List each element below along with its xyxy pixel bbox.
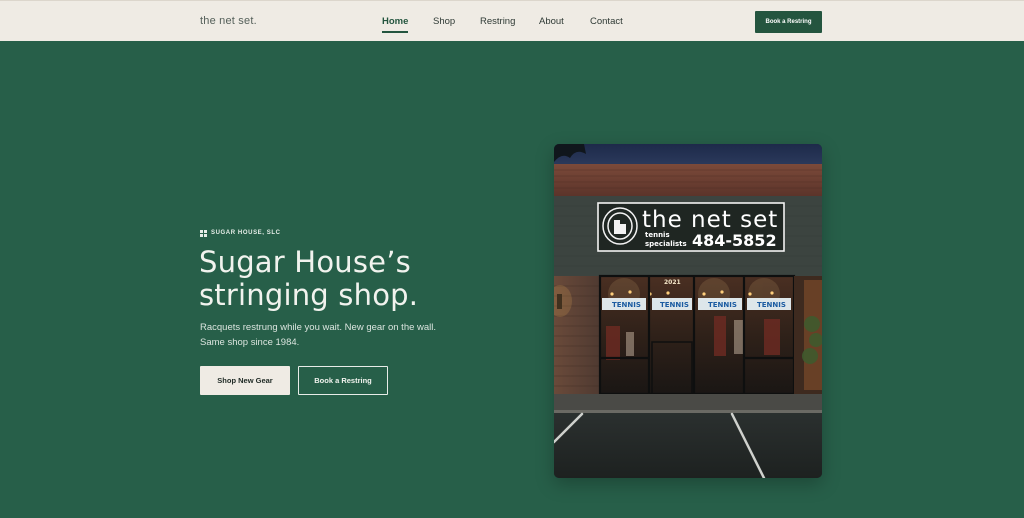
window-banner-2: TENNIS	[660, 301, 689, 309]
nav-home[interactable]: Home	[382, 16, 409, 33]
parking-lot	[554, 413, 822, 478]
location-eyebrow: SUGAR HOUSE, SLC	[200, 228, 281, 238]
sign-phone: 484-5852	[692, 231, 777, 250]
window-banner-3: TENNIS	[708, 301, 737, 309]
site-header: the net set. Home Shop Restring About Co…	[0, 0, 1024, 41]
nav-restring[interactable]: Restring	[480, 16, 515, 27]
hero-subtitle: Racquets restrung while you wait. New ge…	[200, 320, 480, 350]
headline-line-1: Sugar House’s	[199, 245, 411, 279]
hero-headline: Sugar House’s stringing shop.	[199, 246, 519, 312]
storefront-photo: the net set tennis specialists 484-5852	[554, 144, 822, 478]
window-banner-1: TENNIS	[612, 301, 641, 309]
sign-sub-1: tennis	[645, 231, 670, 239]
sidewalk	[554, 394, 822, 412]
book-restring-header-button[interactable]: Book a Restring	[755, 11, 822, 33]
grid-icon	[200, 229, 207, 237]
sign-title: the net set	[642, 207, 778, 233]
location-label: SUGAR HOUSE, SLC	[211, 230, 281, 236]
subtitle-line-2: Same shop since 1984.	[200, 337, 300, 348]
book-restring-button[interactable]: Book a Restring	[298, 366, 388, 395]
shop-sign: the net set tennis specialists 484-5852	[597, 202, 785, 252]
shop-new-gear-button[interactable]: Shop New Gear	[200, 366, 290, 395]
roof	[554, 164, 822, 196]
racquet-logo-icon	[602, 207, 638, 245]
nav-about[interactable]: About	[539, 16, 564, 27]
window-banner-4: TENNIS	[757, 301, 786, 309]
nav-contact[interactable]: Contact	[590, 16, 623, 27]
subtitle-line-1: Racquets restrung while you wait. New ge…	[200, 322, 437, 333]
nav-shop[interactable]: Shop	[433, 16, 455, 27]
site-logo[interactable]: the net set.	[200, 15, 257, 27]
sky	[554, 144, 822, 166]
storefront-illustration: the net set tennis specialists 484-5852	[554, 144, 822, 478]
sign-sub-2: specialists	[645, 240, 687, 248]
address-number: 2021	[664, 279, 681, 286]
headline-line-2: stringing shop.	[199, 278, 419, 312]
